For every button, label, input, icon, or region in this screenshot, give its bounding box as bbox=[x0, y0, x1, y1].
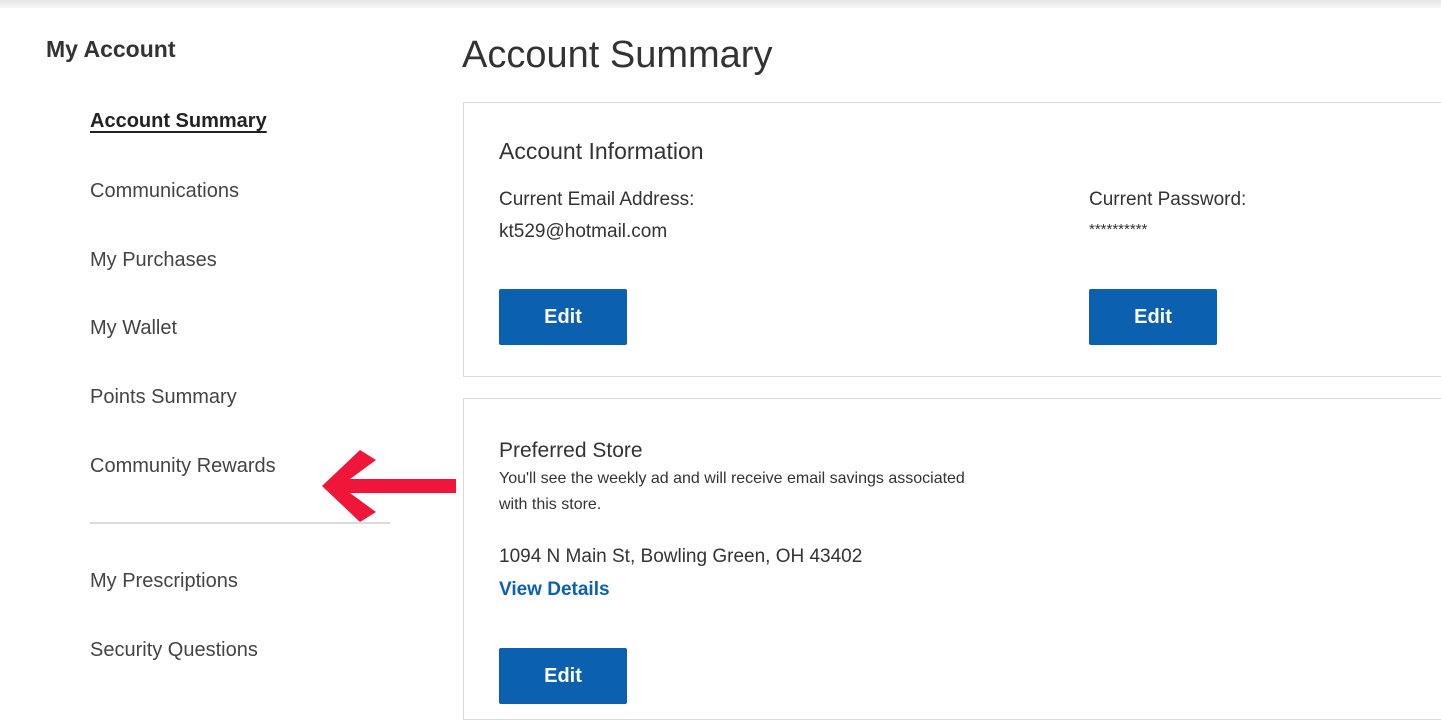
sidebar-item-my-wallet[interactable]: My Wallet bbox=[90, 317, 177, 340]
left-arrow-icon bbox=[322, 450, 456, 522]
sidebar-item-communications[interactable]: Communications bbox=[90, 180, 239, 203]
account-information-card: Account Information Current Email Addres… bbox=[463, 102, 1441, 377]
sidebar-item-account-summary[interactable]: Account Summary bbox=[90, 110, 267, 133]
password-label: Current Password: bbox=[1089, 189, 1247, 210]
email-label: Current Email Address: bbox=[499, 189, 695, 210]
sidebar-title: My Account bbox=[46, 36, 176, 62]
preferred-store-card: Preferred Store You'll see the weekly ad… bbox=[463, 398, 1441, 720]
page-title: Account Summary bbox=[462, 34, 773, 76]
sidebar-item-points-summary[interactable]: Points Summary bbox=[90, 386, 237, 409]
top-bar bbox=[0, 0, 1441, 8]
view-details-link[interactable]: View Details bbox=[499, 579, 610, 601]
sidebar-item-security-questions[interactable]: Security Questions bbox=[90, 639, 258, 662]
preferred-store-heading: Preferred Store bbox=[499, 439, 643, 462]
sidebar-item-my-prescriptions[interactable]: My Prescriptions bbox=[90, 570, 238, 593]
edit-password-button[interactable]: Edit bbox=[1089, 289, 1217, 345]
account-information-heading: Account Information bbox=[499, 138, 704, 164]
sidebar-item-my-purchases[interactable]: My Purchases bbox=[90, 249, 217, 272]
password-value: ********** bbox=[1089, 221, 1148, 238]
email-value: kt529@hotmail.com bbox=[499, 221, 668, 242]
sidebar-item-community-rewards[interactable]: Community Rewards bbox=[90, 455, 276, 478]
store-address: 1094 N Main St, Bowling Green, OH 43402 bbox=[499, 546, 863, 567]
preferred-store-description: You'll see the weekly ad and will receiv… bbox=[499, 470, 965, 513]
edit-store-button[interactable]: Edit bbox=[499, 648, 627, 704]
edit-email-button[interactable]: Edit bbox=[499, 289, 627, 345]
